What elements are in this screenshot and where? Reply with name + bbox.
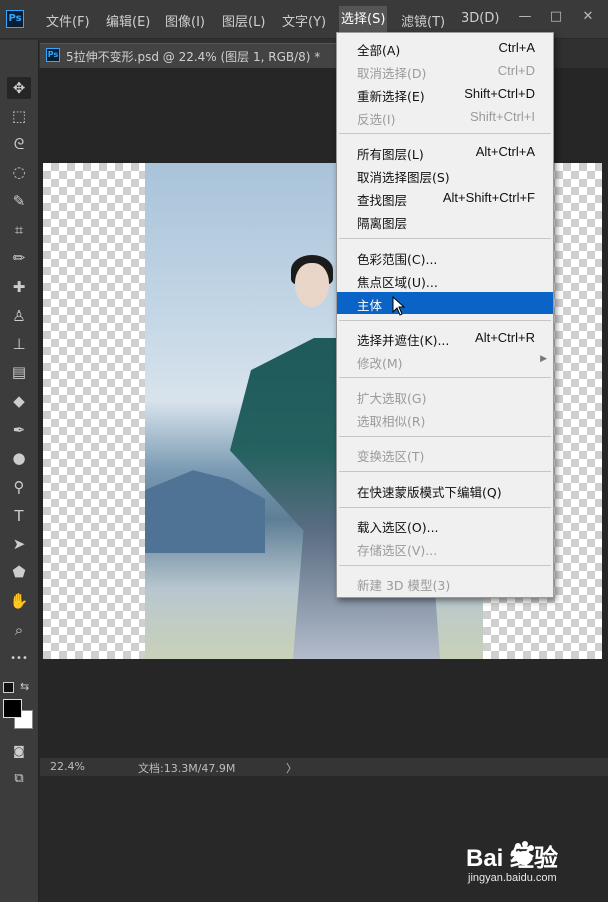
menu-separator [339, 133, 551, 134]
photoshop-logo: Ps [6, 10, 24, 28]
menu-item-modify[interactable]: 修改(M) ▶ [337, 350, 553, 372]
eraser-tool-icon[interactable]: ◆ [7, 390, 31, 412]
menu-item-transform-selection[interactable]: 变换选区(T) [337, 443, 553, 465]
menu-item-deselect-layers[interactable]: 取消选择图层(S) [337, 164, 553, 186]
menu-item-quick-mask[interactable]: 在快速蒙版模式下编辑(Q) [337, 479, 553, 501]
select-menu-dropdown: 全部(A) Ctrl+A 取消选择(D) Ctrl+D 重新选择(E) Shift+C… [336, 32, 554, 598]
close-icon[interactable]: ✕ [577, 8, 599, 26]
menu-type[interactable]: 文字(Y) [282, 11, 326, 30]
minimize-icon[interactable]: — [514, 8, 536, 26]
menu-separator [339, 436, 551, 437]
menu-item-reselect[interactable]: 重新选择(E) Shift+Ctrl+D [337, 83, 553, 105]
blur-tool-icon[interactable]: ● [7, 447, 31, 469]
menu-separator [339, 471, 551, 472]
menu-item-focus-area[interactable]: 焦点区域(U)... [337, 269, 553, 291]
menu-item-similar[interactable]: 选取相似(R) [337, 408, 553, 430]
baidu-paw-icon [511, 841, 534, 865]
menu-item-save-selection[interactable]: 存储选区(V)... [337, 537, 553, 559]
menu-filter[interactable]: 滤镜(T) [401, 11, 445, 30]
quick-select-tool-icon[interactable]: ◌ [7, 161, 31, 183]
spot-healing-tool-icon[interactable]: ✚ [7, 276, 31, 298]
photo-mountain [145, 470, 265, 553]
quick-mask-icon[interactable]: ◙ [7, 740, 31, 762]
mouse-cursor-icon [392, 296, 406, 316]
pen-tool-icon[interactable]: ✒ [7, 419, 31, 441]
lasso-tool-icon[interactable]: ᘓ [7, 133, 31, 155]
menu-item-select-all[interactable]: 全部(A) Ctrl+A [337, 37, 553, 59]
shape-tool-icon[interactable]: ⬟ [7, 561, 31, 583]
menu-item-isolate-layers[interactable]: 隔离图层 [337, 210, 553, 232]
menu-select[interactable]: 选择(S) [339, 6, 388, 34]
more-tools-icon[interactable]: ••• [7, 648, 31, 670]
menu-item-grow[interactable]: 扩大选取(G) [337, 385, 553, 407]
swap-colors-icon[interactable]: ⇆ [20, 680, 29, 693]
menu-separator [339, 507, 551, 508]
menu-item-find-layers[interactable]: 查找图层 Alt+Shift+Ctrl+F [337, 187, 553, 209]
menu-separator [339, 565, 551, 566]
menu-file[interactable]: 文件(F) [46, 11, 90, 30]
menu-item-new-3d-model[interactable]: 新建 3D 模型(3) [337, 572, 553, 594]
status-menu-arrow[interactable]: 〉 [286, 760, 297, 776]
photo-figure-head [295, 263, 329, 307]
baidu-jingyan-watermark: Bai 经验 jingyan.baidu.com [462, 836, 602, 892]
eyedropper-tool-icon[interactable]: ✎ [7, 190, 31, 212]
clone-stamp-tool-icon[interactable]: ♙ [7, 305, 31, 327]
menu-layer[interactable]: 图层(L) [222, 11, 265, 30]
submenu-arrow-icon: ▶ [540, 353, 547, 363]
menu-item-inverse[interactable]: 反选(I) Shift+Ctrl+I [337, 106, 553, 128]
type-tool-icon[interactable]: T [7, 505, 31, 527]
stamp-tool-icon[interactable]: ⊥ [7, 333, 31, 355]
brush-tool-icon[interactable]: ✏ [7, 247, 31, 269]
move-tool-icon[interactable]: ✥ [7, 77, 31, 99]
menu-separator [339, 320, 551, 321]
foreground-color-swatch[interactable] [3, 699, 22, 718]
menu-item-deselect[interactable]: 取消选择(D) Ctrl+D [337, 60, 553, 82]
menu-3d[interactable]: 3D(D) [461, 11, 499, 26]
gradient-tool-icon[interactable]: ▤ [7, 361, 31, 383]
zoom-level[interactable]: 22.4% [50, 760, 85, 773]
menu-item-all-layers[interactable]: 所有图层(L) Alt+Ctrl+A [337, 141, 553, 163]
menu-image[interactable]: 图像(I) [165, 11, 205, 30]
menu-item-color-range[interactable]: 色彩范围(C)... [337, 246, 553, 268]
default-colors-icon[interactable] [3, 682, 14, 693]
document-tab-title: 5拉伸不变形.psd @ 22.4% (图层 1, RGB/8) * [66, 50, 321, 64]
menu-item-select-and-mask[interactable]: 选择并遮住(K)... Alt+Ctrl+R [337, 327, 553, 349]
screen-mode-icon[interactable]: ⧉ [7, 768, 31, 790]
menu-separator [339, 238, 551, 239]
hand-tool-icon[interactable]: ✋ [7, 590, 31, 612]
crop-tool-icon[interactable]: ⌗ [7, 219, 31, 241]
restore-icon[interactable]: □ [545, 8, 567, 26]
status-bar: 22.4% 文档:13.3M/47.9M 〉 [40, 758, 608, 776]
doc-size-info: 文档:13.3M/47.9M [138, 762, 236, 775]
zoom-tool-icon[interactable]: ⌕ [7, 619, 31, 641]
menu-item-load-selection[interactable]: 载入选区(O)... [337, 514, 553, 536]
tools-panel: ✥ ⬚ ᘓ ◌ ✎ ⌗ ✏ ✚ ♙ ⊥ ▤ ◆ ✒ ● ⚲ T ➤ ⬟ ✋ ⌕ … [0, 40, 39, 902]
menu-edit[interactable]: 编辑(E) [106, 11, 150, 30]
document-ps-icon: Ps [46, 48, 60, 62]
dodge-tool-icon[interactable]: ⚲ [7, 476, 31, 498]
menu-separator [339, 377, 551, 378]
menu-item-subject[interactable]: 主体 [337, 292, 553, 314]
marquee-tool-icon[interactable]: ⬚ [7, 105, 31, 127]
watermark-url: jingyan.baidu.com [468, 872, 557, 884]
document-tab[interactable]: Ps 5拉伸不变形.psd @ 22.4% (图层 1, RGB/8) * [40, 43, 340, 68]
path-select-tool-icon[interactable]: ➤ [7, 533, 31, 555]
